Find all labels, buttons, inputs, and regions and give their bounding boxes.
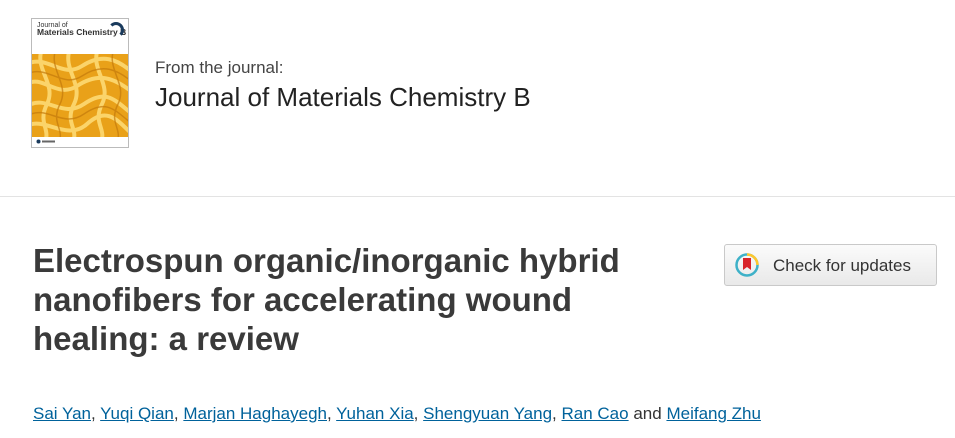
author-link[interactable]: Yuqi Qian (100, 404, 174, 423)
author-list: Sai Yan, Yuqi Qian, Marjan Haghayegh, Yu… (33, 404, 761, 424)
article-title-line: Electrospun organic/inorganic hybrid (33, 242, 620, 279)
author-link[interactable]: Shengyuan Yang (423, 404, 552, 423)
author-link[interactable]: Yuhan Xia (336, 404, 414, 423)
cover-logo-arc (108, 22, 124, 38)
crossmark-icon (735, 253, 759, 277)
journal-cover-image[interactable]: Journal of Materials Chemistry B (31, 18, 129, 148)
author-separator: , (413, 404, 419, 423)
author-separator: , (90, 404, 96, 423)
article-title-line: healing: a review (33, 320, 299, 357)
publisher-logo-icon (36, 139, 55, 144)
author-separator: , (173, 404, 179, 423)
author-link[interactable]: Meifang Zhu (666, 404, 761, 423)
cover-artwork (32, 54, 128, 137)
header-divider (0, 196, 955, 197)
check-for-updates-button[interactable]: Check for updates (724, 244, 937, 286)
author-link[interactable]: Ran Cao (562, 404, 629, 423)
author-separator: , (327, 404, 332, 423)
article-title-line: nanofibers for accelerating wound (33, 281, 573, 318)
article-title: Electrospun organic/inorganic hybrid nan… (33, 241, 723, 358)
author-link[interactable]: Sai Yan (33, 404, 91, 423)
journal-title-link[interactable]: Journal of Materials Chemistry B (155, 82, 531, 113)
check-for-updates-label: Check for updates (773, 256, 911, 275)
author-separator: , (552, 404, 557, 423)
from-journal-label: From the journal: (155, 58, 284, 77)
author-link[interactable]: Marjan Haghayegh (183, 404, 327, 423)
author-conjunction: and (633, 404, 662, 423)
